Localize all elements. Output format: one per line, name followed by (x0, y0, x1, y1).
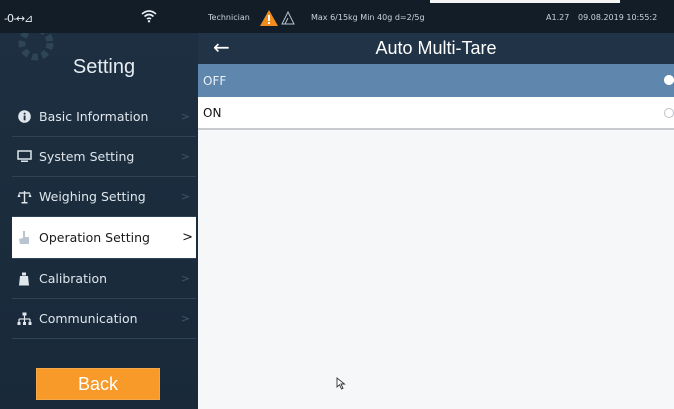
date-time: 09.08.2019 10:55:2 (578, 13, 658, 22)
sidebar-item-label: Calibration (39, 271, 108, 286)
chevron-right-icon: > (182, 230, 193, 245)
option-off[interactable]: OFF (198, 64, 674, 97)
option-label: OFF (203, 73, 227, 88)
chevron-right-icon: > (180, 110, 190, 123)
screen-title: Auto Multi-Tare (375, 38, 497, 58)
page-title: Setting (72, 56, 136, 78)
warning-icon (260, 10, 278, 30)
chevron-right-icon: > (180, 312, 190, 325)
radio-unselected-icon[interactable] (664, 108, 674, 118)
sidebar-item-basic-information[interactable]: Basic Information > (12, 97, 196, 137)
scale-icon (13, 190, 35, 204)
mouse-cursor-icon (336, 377, 346, 390)
sidebar-item-label: Weighing Setting (39, 189, 146, 204)
status-strip (430, 0, 620, 3)
sidebar-item-system-setting[interactable]: System Setting > (12, 137, 196, 177)
connection-indicator: -0-↔⊿ (4, 12, 33, 25)
sidebar-item-communication[interactable]: Communication > (12, 299, 196, 339)
sidebar-title: Setting (10, 33, 190, 91)
hand-icon (13, 230, 35, 245)
back-button[interactable]: Back (36, 368, 160, 400)
user-role: Technician (208, 13, 250, 22)
chevron-right-icon: > (180, 150, 190, 163)
sidebar-item-calibration[interactable]: Calibration > (12, 259, 196, 299)
page-header: ← Auto Multi-Tare (198, 33, 674, 64)
sidebar-item-label: Communication (39, 311, 138, 326)
firmware-version: A1.27 (546, 13, 570, 22)
option-on[interactable]: ON (198, 97, 674, 130)
options-list: OFF ON (198, 64, 674, 409)
wifi-icon (141, 8, 157, 27)
chevron-right-icon: > (180, 272, 190, 285)
sidebar: Setting Basic Information > System Setti… (0, 33, 198, 409)
sidebar-item-label: Basic Information (39, 109, 149, 124)
scale-spec: Max 6/15kg Min 40g d=2/5g (311, 13, 425, 22)
chevron-right-icon: > (180, 190, 190, 203)
status-bar: -0-↔⊿ Technician Max 6/15kg Min 40g d=2/… (0, 0, 674, 33)
level-warning-icon (281, 10, 295, 29)
weight-icon (13, 272, 35, 286)
monitor-icon (13, 150, 35, 163)
sidebar-item-weighing-setting[interactable]: Weighing Setting > (12, 177, 196, 217)
sidebar-item-operation-setting[interactable]: Operation Setting > (12, 217, 196, 259)
option-label: ON (203, 105, 222, 120)
sidebar-item-label: Operation Setting (39, 230, 150, 245)
sidebar-item-label: System Setting (39, 149, 135, 164)
info-icon (13, 110, 35, 123)
network-icon (13, 312, 35, 326)
radio-selected-icon[interactable] (664, 75, 674, 85)
